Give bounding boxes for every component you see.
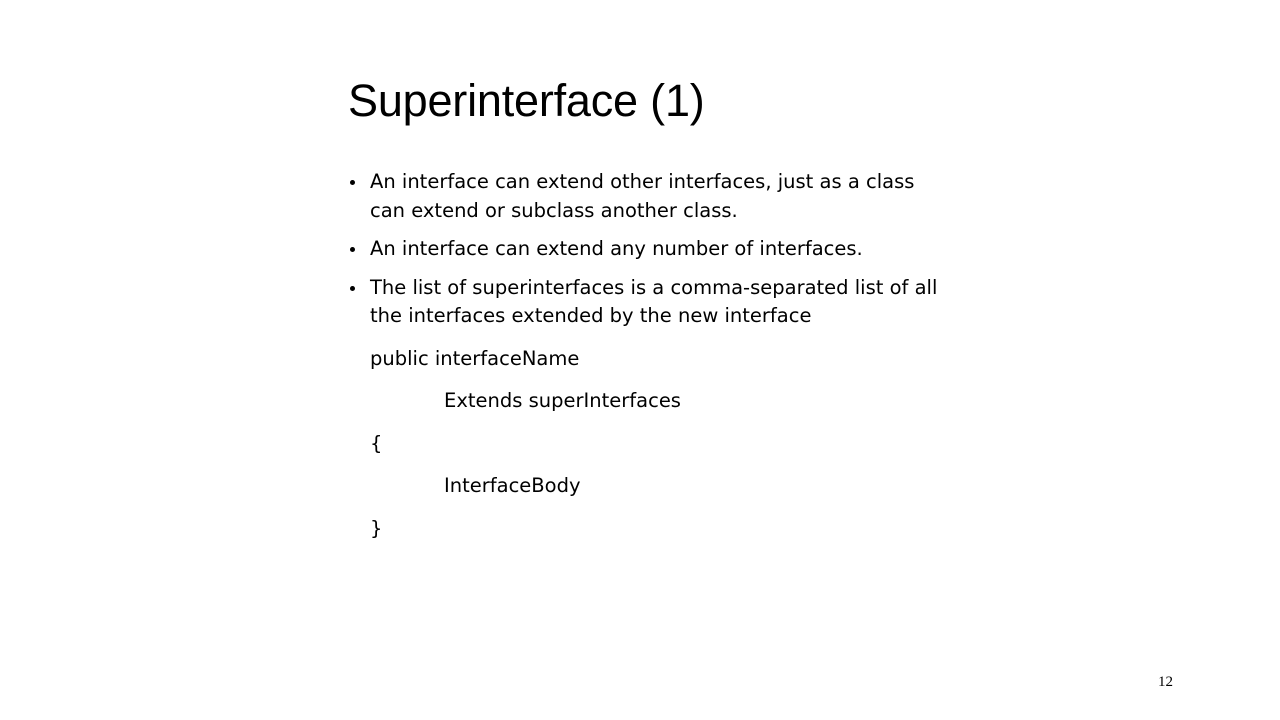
list-item-text: An interface can extend any number of in… xyxy=(370,237,863,260)
presentation-slide: Superinterface (1) An interface can exte… xyxy=(0,0,1280,720)
list-item-text: The list of superinterfaces is a comma-s… xyxy=(370,275,938,328)
list-item: An interface can extend other interfaces… xyxy=(348,168,948,225)
code-line-open-brace: { xyxy=(370,431,383,455)
bullet-dot-icon xyxy=(350,247,355,252)
list-item-text: An interface can extend other interfaces… xyxy=(370,170,915,222)
slide-body: An interface can extend other interfaces… xyxy=(348,168,948,543)
code-line-extends: Extends superInterfaces xyxy=(444,389,681,412)
page-number: 12 xyxy=(1158,674,1173,690)
page-title: Superinterface (1) xyxy=(348,75,705,126)
code-line-declaration: public interfaceName xyxy=(370,346,580,370)
code-line-close-brace: } xyxy=(370,516,383,540)
list-item: An interface can extend any number of in… xyxy=(348,235,948,264)
bullet-dot-icon xyxy=(350,285,355,291)
list-item: The list of superinterfaces is a comma-s… xyxy=(348,274,948,331)
code-line-interface-body: InterfaceBody xyxy=(444,474,581,497)
bullet-dot-icon xyxy=(350,180,355,185)
